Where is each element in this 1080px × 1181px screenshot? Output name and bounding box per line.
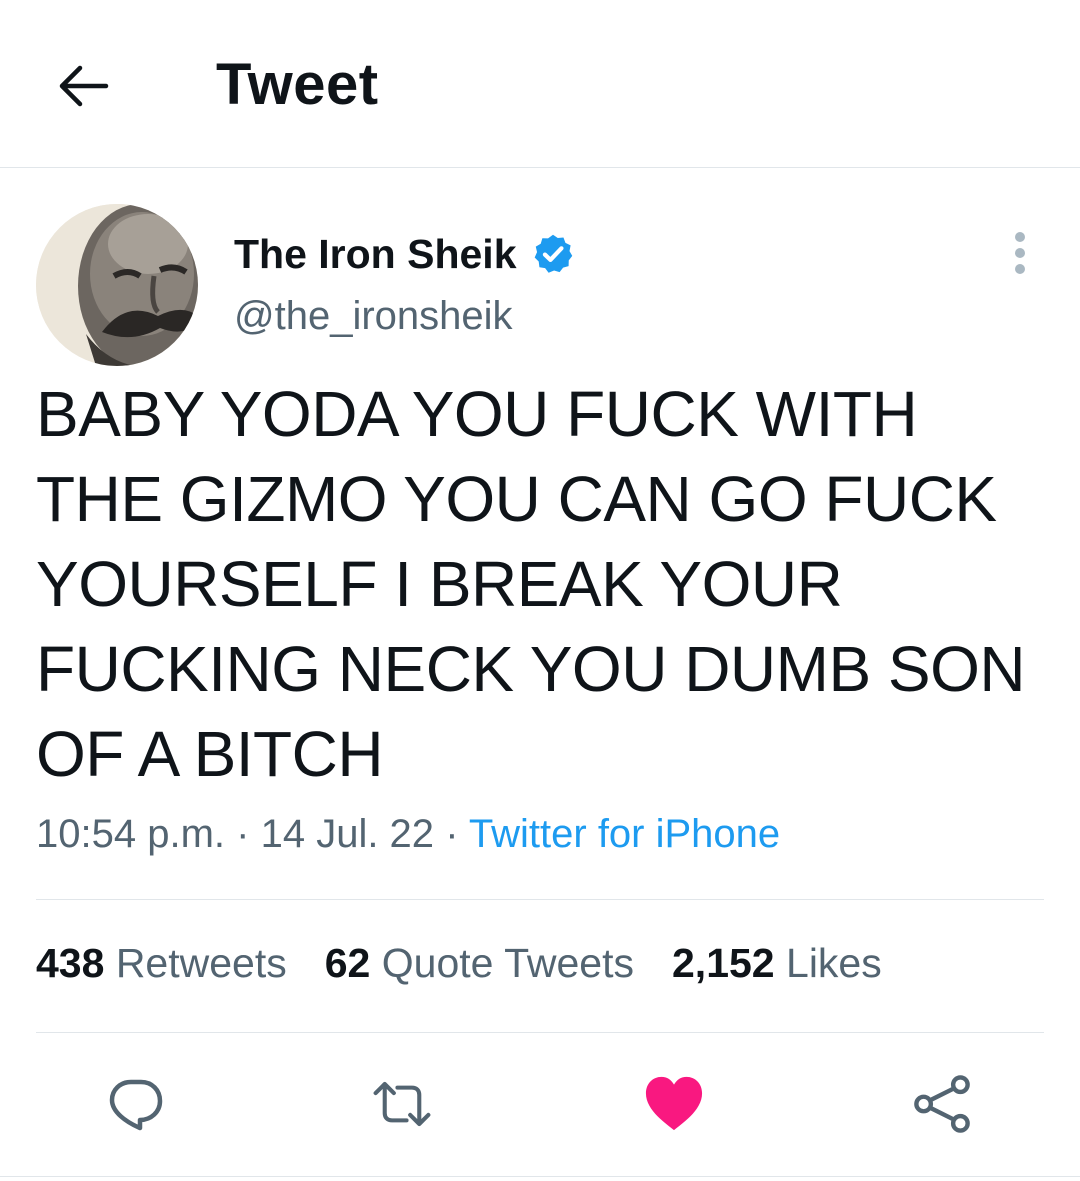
likes-stat[interactable]: 2,152 Likes: [672, 940, 882, 987]
tweet-text: BABY YODA YOU FUCK WITH THE GIZMO YOU CA…: [36, 378, 1026, 790]
back-button[interactable]: [56, 58, 112, 114]
meta-separator: ·: [236, 812, 250, 856]
top-bar: Tweet: [0, 0, 1080, 168]
tweet-time[interactable]: 10:54 p.m.: [36, 812, 225, 856]
likes-count: 2,152: [672, 940, 775, 986]
avatar[interactable]: [36, 204, 198, 366]
author-name-row: The Iron Sheik: [234, 226, 575, 282]
share-button[interactable]: [912, 1074, 972, 1134]
tweet-stats: 438 Retweets 62 Quote Tweets 2,152 Likes: [36, 940, 882, 987]
author-handle[interactable]: @the_ironsheik: [234, 294, 513, 339]
meta-separator: ·: [445, 812, 459, 856]
divider: [36, 1032, 1044, 1033]
quote-tweets-count: 62: [324, 940, 371, 986]
retweets-label: Retweets: [115, 940, 287, 986]
retweets-count: 438: [36, 940, 105, 986]
more-options-icon: [1015, 232, 1025, 274]
retweets-stat[interactable]: 438 Retweets: [36, 940, 287, 987]
divider: [0, 1176, 1080, 1177]
display-name[interactable]: The Iron Sheik: [234, 231, 517, 278]
retweet-button[interactable]: [372, 1074, 432, 1134]
reply-button[interactable]: [106, 1074, 166, 1134]
verified-badge-icon: [531, 232, 575, 276]
quote-tweets-stat[interactable]: 62 Quote Tweets: [325, 940, 634, 987]
divider: [36, 899, 1044, 900]
share-icon: [914, 1075, 970, 1133]
tweet-source-link[interactable]: Twitter for iPhone: [469, 812, 780, 856]
retweet-icon: [373, 1081, 431, 1127]
like-button[interactable]: [644, 1074, 704, 1134]
back-arrow-icon: [59, 65, 109, 107]
avatar-photo: [36, 204, 198, 366]
more-options-button[interactable]: [1000, 228, 1040, 278]
tweet-date[interactable]: 14 Jul. 22: [261, 812, 434, 856]
reply-icon: [109, 1079, 163, 1131]
tweet-meta: 10:54 p.m. · 14 Jul. 22 · Twitter for iP…: [36, 812, 780, 857]
page-title: Tweet: [216, 52, 379, 117]
likes-label: Likes: [786, 940, 882, 986]
quote-tweets-label: Quote Tweets: [381, 940, 634, 986]
like-heart-icon: [645, 1076, 703, 1131]
